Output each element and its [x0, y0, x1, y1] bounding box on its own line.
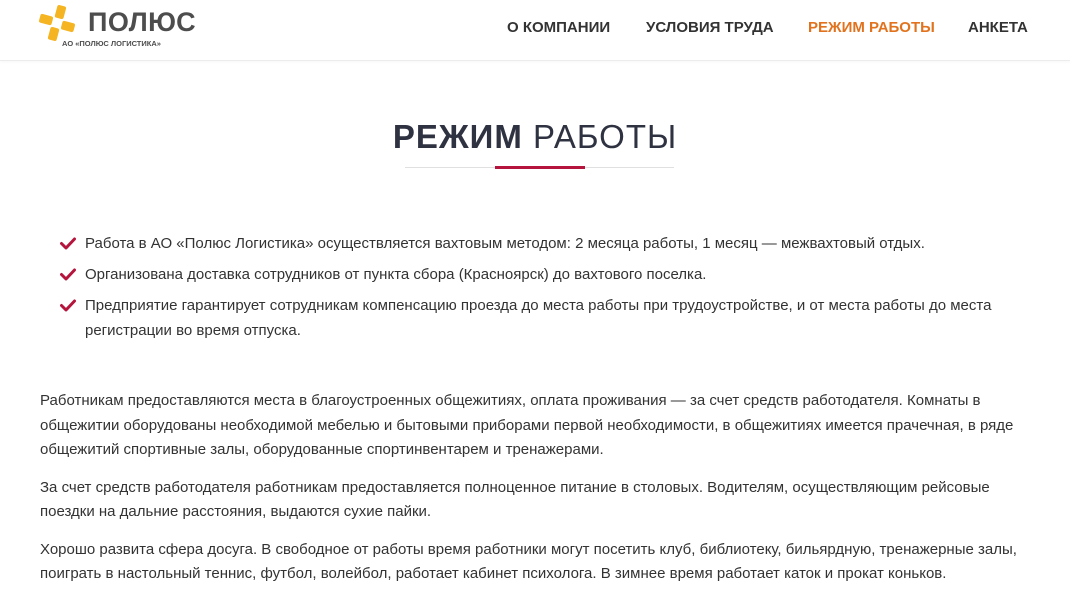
- list-item: Организована доставка сотрудников от пун…: [60, 262, 1020, 287]
- nav-item-questionnaire[interactable]: АНКЕТА: [968, 19, 1028, 37]
- nav-item-work-conditions[interactable]: УСЛОВИЯ ТРУДА: [646, 19, 774, 37]
- page-title: РЕЖИМ РАБОТЫ: [0, 117, 1070, 157]
- logo-name: ПОЛЮС: [88, 7, 197, 37]
- paragraph-housing: Работникам предоставляются места в благо…: [40, 392, 1014, 458]
- polyus-star-logo-icon: [39, 5, 75, 41]
- list-item-text: Организована доставка сотрудников от пун…: [85, 266, 707, 283]
- content-paragraphs: Работникам предоставляются места в благо…: [40, 389, 1040, 600]
- title-accent-underline: [495, 166, 585, 169]
- checkmark-icon: [60, 299, 76, 312]
- list-item-text: Работа в АО «Полюс Логистика» осуществля…: [85, 235, 925, 252]
- conditions-checklist: Работа в АО «Полюс Логистика» осуществля…: [60, 231, 1020, 349]
- list-item: Предприятие гарантирует сотрудникам комп…: [60, 293, 1020, 343]
- checkmark-icon: [60, 268, 76, 281]
- checkmark-icon: [60, 237, 76, 250]
- list-item: Работа в АО «Полюс Логистика» осуществля…: [60, 231, 1020, 256]
- paragraph-leisure: Хорошо развита сфера досуга. В свободное…: [40, 540, 1017, 583]
- logo-subtitle: АО «ПОЛЮС ЛОГИСТИКА»: [62, 39, 161, 48]
- list-item-text: Предприятие гарантирует сотрудникам комп…: [85, 297, 992, 339]
- page-title-light: РАБОТЫ: [533, 118, 678, 155]
- site-header: ПОЛЮС АО «ПОЛЮС ЛОГИСТИКА» О КОМПАНИИ УС…: [0, 0, 1070, 61]
- paragraph-meals: За счет средств работодателя работникам …: [40, 478, 990, 521]
- nav-item-about[interactable]: О КОМПАНИИ: [507, 19, 610, 37]
- nav-item-work-schedule[interactable]: РЕЖИМ РАБОТЫ: [808, 19, 935, 37]
- page-title-strong: РЕЖИМ: [392, 118, 523, 155]
